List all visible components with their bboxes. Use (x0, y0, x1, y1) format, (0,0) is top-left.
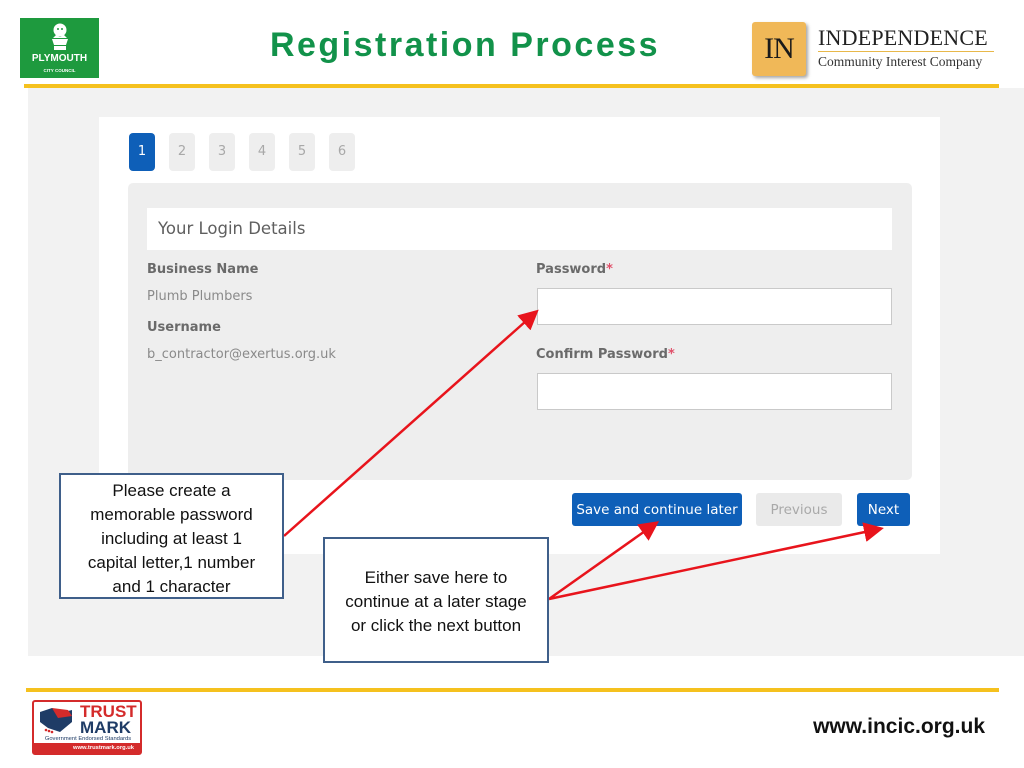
business-name-value: Plumb Plumbers (147, 289, 253, 304)
username-label: Username (147, 320, 221, 335)
lion-crest-icon (52, 23, 68, 50)
confirm-password-input[interactable] (537, 373, 892, 410)
independence-cic-logo: IN INDEPENDENCE Community Interest Compa… (752, 20, 1002, 80)
password-label: Password* (536, 262, 613, 277)
step-6-tab[interactable]: 6 (329, 133, 355, 171)
callout-line: or click the next button (350, 616, 522, 635)
password-input[interactable] (537, 288, 892, 325)
independence-logo-rule (818, 51, 994, 52)
plymouth-logo-name: PLYMOUTH (31, 53, 88, 64)
step-3-tab[interactable]: 3 (209, 133, 235, 171)
save-hint-callout: Either save here to continue at a later … (323, 537, 549, 663)
callout-line: and 1 character (112, 577, 231, 596)
save-and-continue-later-button[interactable]: Save and continue later (572, 493, 742, 526)
plymouth-logo-subtitle: CITY COUNCIL (43, 68, 76, 73)
password-hint-callout: Please create a memorable password inclu… (59, 473, 284, 599)
independence-logo-mark: IN (752, 22, 806, 76)
step-5-tab[interactable]: 5 (289, 133, 315, 171)
page-title: Registration Process (269, 26, 661, 64)
independence-logo-name: INDEPENDENCE (818, 25, 988, 50)
callout-line: memorable password (90, 505, 253, 524)
next-button[interactable]: Next (857, 493, 910, 526)
independence-logo-subtitle: Community Interest Company (818, 54, 983, 69)
plymouth-city-council-logo: PLYMOUTH CITY COUNCIL (20, 18, 99, 78)
step-2-tab[interactable]: 2 (169, 133, 195, 171)
confirm-password-label-text: Confirm Password (536, 347, 668, 362)
business-name-label: Business Name (147, 262, 259, 277)
required-marker: * (667, 347, 675, 362)
username-value: b_contractor@exertus.org.uk (147, 347, 336, 362)
callout-line: Either save here to (364, 568, 508, 587)
step-4-tab[interactable]: 4 (249, 133, 275, 171)
website-url: www.incic.org.uk (813, 715, 985, 738)
trustmark-line2: MARK (80, 718, 131, 737)
password-label-text: Password (536, 262, 607, 277)
panel-header: Your Login Details (147, 208, 892, 250)
panel-title: Your Login Details (158, 219, 306, 238)
trustmark-logo: TRUST MARK Government Endorsed Standards… (32, 700, 142, 755)
trustmark-tagline: Government Endorsed Standards (44, 736, 132, 742)
confirm-password-label: Confirm Password* (536, 347, 675, 362)
footer-divider (26, 688, 999, 692)
step-1-tab[interactable]: 1 (129, 133, 155, 171)
previous-button[interactable]: Previous (756, 493, 842, 526)
trustmark-url: www.trustmark.org.uk (34, 743, 140, 753)
required-marker: * (606, 262, 613, 277)
callout-line: including at least 1 (101, 529, 242, 548)
handshake-icon (40, 708, 72, 734)
callout-line: continue at a later stage (345, 592, 527, 611)
callout-line: capital letter,1 number (87, 553, 256, 572)
callout-line: Please create a (112, 481, 231, 500)
